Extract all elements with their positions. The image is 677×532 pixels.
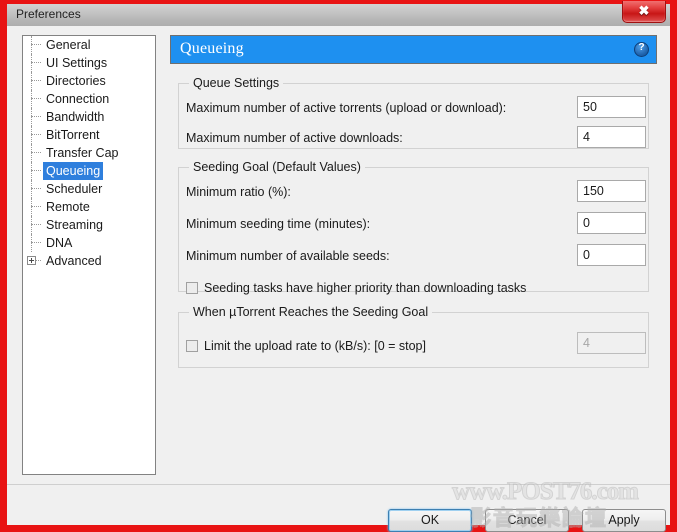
tree-connector: [31, 134, 41, 135]
input-minimum-available-seeds[interactable]: 0: [577, 244, 646, 266]
sidebar-item-general[interactable]: General: [23, 36, 155, 54]
tree-line: [31, 198, 32, 216]
dialog-footer: OK Cancel Apply: [7, 485, 670, 532]
checkbox-label: Limit the upload rate to (kB/s): [0 = st…: [204, 339, 426, 353]
close-button[interactable]: ✖: [622, 1, 666, 23]
tree-line: [31, 144, 32, 162]
tree-connector: [31, 62, 41, 63]
expand-plus-icon[interactable]: [27, 256, 36, 265]
tree-line: [31, 216, 32, 234]
help-icon[interactable]: ?: [634, 42, 649, 57]
sidebar-item-transfer-cap[interactable]: Transfer Cap: [23, 144, 155, 162]
sidebar-item-scheduler[interactable]: Scheduler: [23, 180, 155, 198]
sidebar-item-remote[interactable]: Remote: [23, 198, 155, 216]
label-max-active-downloads: Maximum number of active downloads:: [186, 131, 403, 145]
tree-line: [31, 108, 32, 126]
sidebar-item-label: Streaming: [46, 218, 103, 232]
tree-connector: [31, 44, 41, 45]
input-minimum-ratio[interactable]: 150: [577, 180, 646, 202]
sidebar-item-bandwidth[interactable]: Bandwidth: [23, 108, 155, 126]
settings-tree[interactable]: General UI Settings Directories Connecti…: [22, 35, 156, 475]
tree-connector: [36, 260, 41, 261]
tree-connector: [31, 152, 41, 153]
sidebar-item-bittorrent[interactable]: BitTorrent: [23, 126, 155, 144]
checkbox-limit-upload-rate[interactable]: Limit the upload rate to (kB/s): [0 = st…: [186, 337, 426, 355]
sidebar-item-label: Connection: [46, 92, 110, 106]
title-bar[interactable]: Preferences ✖: [7, 1, 670, 27]
sidebar-item-connection[interactable]: Connection: [23, 90, 155, 108]
label-minimum-ratio: Minimum ratio (%):: [186, 185, 291, 199]
group-legend-seeding-goal: Seeding Goal (Default Values): [189, 160, 365, 174]
tree-connector: [31, 206, 41, 207]
group-legend-reaches-goal: When µTorrent Reaches the Seeding Goal: [189, 305, 433, 319]
sidebar-item-directories[interactable]: Directories: [23, 72, 155, 90]
tree-line: [31, 54, 32, 72]
tree-connector: [31, 188, 41, 189]
sidebar-item-label: Queueing: [43, 162, 104, 180]
preferences-window: Preferences ✖ General UI Settings Direct…: [0, 0, 677, 532]
input-upload-rate-limit[interactable]: 4: [577, 332, 646, 354]
tree-connector: [31, 80, 41, 81]
window-title: Preferences: [16, 7, 81, 21]
checkbox-label: Seeding tasks have higher priority than …: [204, 281, 527, 295]
sidebar-item-label: Advanced: [46, 254, 102, 268]
input-max-active-downloads[interactable]: 4: [577, 126, 646, 148]
tree-connector: [31, 224, 41, 225]
sidebar-item-label: Bandwidth: [46, 110, 105, 124]
sidebar-item-label: General: [46, 38, 91, 52]
sidebar-item-label: Directories: [46, 74, 106, 88]
group-legend-queue-settings: Queue Settings: [189, 76, 284, 90]
sidebar-item-label: BitTorrent: [46, 128, 100, 142]
checkbox-seeding-priority[interactable]: Seeding tasks have higher priority than …: [186, 279, 526, 297]
input-max-active-torrents[interactable]: 50: [577, 96, 646, 118]
close-icon: ✖: [638, 3, 650, 18]
sidebar-item-streaming[interactable]: Streaming: [23, 216, 155, 234]
tree-line: [31, 36, 32, 54]
sidebar-item-label: Remote: [46, 200, 90, 214]
cancel-button[interactable]: Cancel: [485, 509, 569, 532]
sidebar-item-advanced[interactable]: Advanced: [23, 252, 155, 270]
sidebar-item-label: Transfer Cap: [46, 146, 119, 160]
section-header: Queueing ?: [170, 35, 657, 64]
apply-button[interactable]: Apply: [582, 509, 666, 532]
tree-connector: [31, 170, 41, 171]
sidebar-item-label: UI Settings: [46, 56, 108, 70]
checkbox-box[interactable]: [186, 340, 198, 352]
help-glyph: ?: [638, 42, 645, 53]
tree-line: [31, 234, 32, 252]
tree-connector: [31, 116, 41, 117]
sidebar-item-label: DNA: [46, 236, 73, 250]
label-max-active-torrents: Maximum number of active torrents (uploa…: [186, 101, 507, 115]
sidebar-item-label: Scheduler: [46, 182, 103, 196]
tree-connector: [31, 98, 41, 99]
tree-line: [31, 162, 32, 180]
checkbox-box[interactable]: [186, 282, 198, 294]
tree-connector: [31, 242, 41, 243]
tree-line: [31, 180, 32, 198]
settings-panel: Queueing ? Queue Settings Maximum number…: [170, 35, 657, 475]
tree-line: [31, 90, 32, 108]
ok-button[interactable]: OK: [388, 509, 472, 532]
tree-line: [31, 126, 32, 144]
label-minimum-available-seeds: Minimum number of available seeds:: [186, 249, 390, 263]
input-minimum-seeding-time[interactable]: 0: [577, 212, 646, 234]
sidebar-item-dna[interactable]: DNA: [23, 234, 155, 252]
sidebar-item-queueing[interactable]: Queueing: [23, 162, 155, 180]
label-minimum-seeding-time: Minimum seeding time (minutes):: [186, 217, 371, 231]
tree-line: [31, 72, 32, 90]
dialog-client-area: General UI Settings Directories Connecti…: [7, 26, 670, 532]
sidebar-item-ui-settings[interactable]: UI Settings: [23, 54, 155, 72]
page-title: Queueing: [180, 40, 244, 57]
